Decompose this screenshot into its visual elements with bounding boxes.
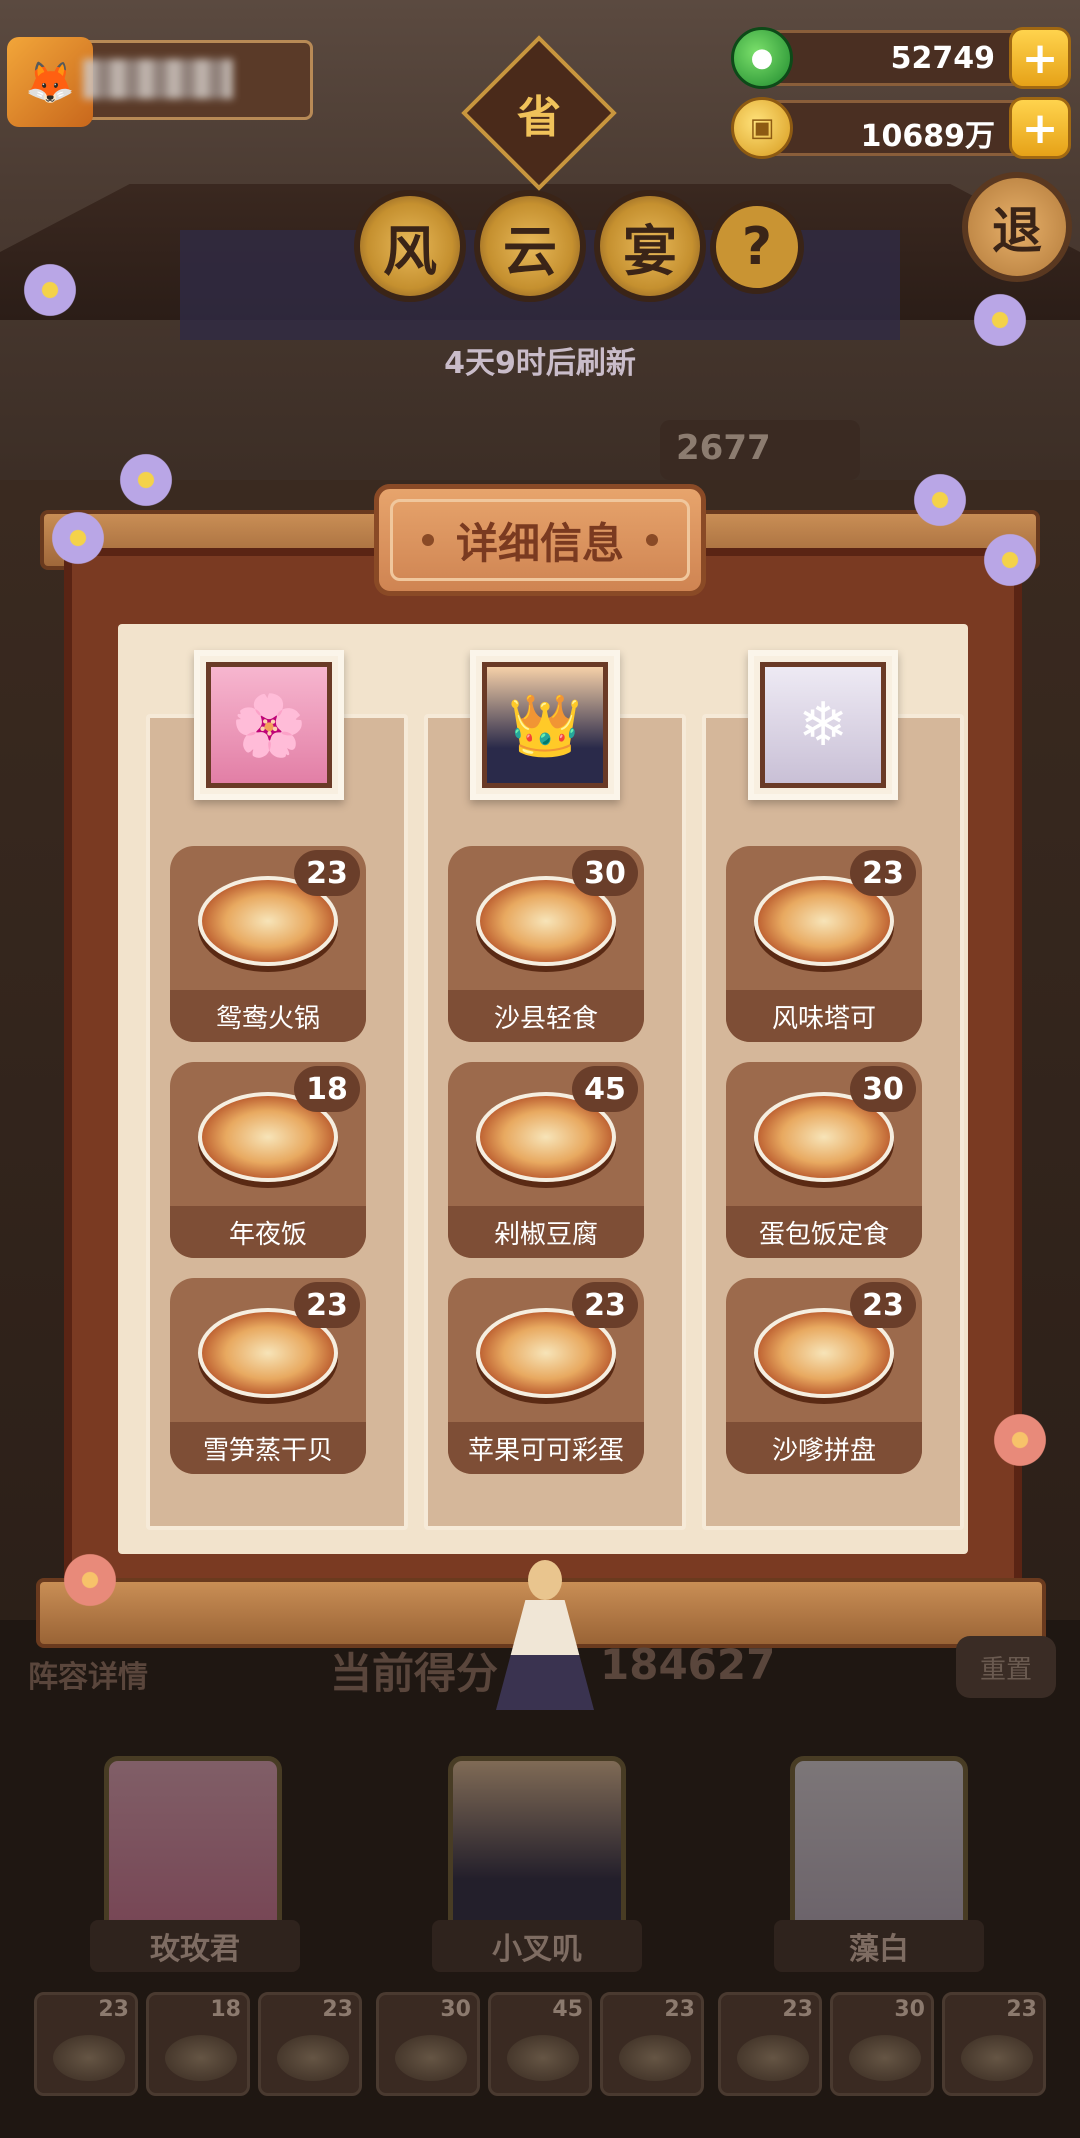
mini-dish-slot[interactable]: 23 bbox=[258, 1992, 362, 2096]
chef-name-3: 藻白 bbox=[774, 1920, 984, 1972]
flower-decoration bbox=[910, 470, 970, 530]
dish-card[interactable]: 45 剁椒豆腐 bbox=[448, 1062, 644, 1258]
flower-decoration bbox=[980, 530, 1040, 590]
dish-card[interactable]: 23 鸳鸯火锅 bbox=[170, 846, 366, 1042]
dish-count: 23 bbox=[294, 850, 360, 896]
title-char-3: 宴 bbox=[594, 190, 706, 302]
flower-decoration bbox=[116, 450, 176, 510]
mini-dish-slot[interactable]: 23 bbox=[34, 1992, 138, 2096]
refresh-countdown: 4天9时后刷新 bbox=[444, 346, 636, 381]
chef-avatar: ❄ bbox=[760, 662, 886, 788]
dish-name: 苹果可可彩蛋 bbox=[448, 1422, 644, 1474]
player-avatar[interactable]: 🦊 bbox=[7, 37, 93, 127]
chef-card-2[interactable] bbox=[448, 1756, 626, 1934]
dish-name: 雪笋蒸干贝 bbox=[170, 1422, 366, 1474]
mini-dish-slot[interactable]: 30 bbox=[376, 1992, 480, 2096]
chef-card-3[interactable] bbox=[790, 1756, 968, 1934]
dish-name: 鸳鸯火锅 bbox=[170, 990, 366, 1042]
add-jade-button[interactable]: + bbox=[1009, 27, 1071, 89]
dish-card[interactable]: 23 雪笋蒸干贝 bbox=[170, 1278, 366, 1474]
mini-dish-count: 23 bbox=[1006, 1997, 1037, 2022]
coin-amount: 10689万 bbox=[860, 119, 995, 154]
mini-dish-slot[interactable]: 30 bbox=[830, 1992, 934, 2096]
score-peek: 2677 bbox=[660, 420, 860, 480]
dish-count: 45 bbox=[572, 1066, 638, 1112]
flower-decoration bbox=[970, 290, 1030, 350]
reset-button[interactable]: 重置 bbox=[956, 1636, 1056, 1698]
mini-dish-count: 23 bbox=[322, 1997, 353, 2022]
dish-name: 剁椒豆腐 bbox=[448, 1206, 644, 1258]
dish-count: 30 bbox=[572, 850, 638, 896]
flower-decoration bbox=[990, 1410, 1050, 1470]
panel-title-text: 详细信息 bbox=[455, 518, 624, 568]
mini-dish-count: 30 bbox=[894, 1997, 925, 2022]
character-portrait-pink[interactable]: 🌸 bbox=[194, 650, 344, 800]
dish-name: 风味塔可 bbox=[726, 990, 922, 1042]
dish-card[interactable]: 23 风味塔可 bbox=[726, 846, 922, 1042]
mini-dish-count: 45 bbox=[552, 1997, 583, 2022]
mini-dish-slot[interactable]: 23 bbox=[942, 1992, 1046, 2096]
mini-dish-count: 23 bbox=[664, 1997, 695, 2022]
coin-currency: ▣ 10689万 + bbox=[731, 97, 1071, 159]
dish-count: 30 bbox=[850, 1066, 916, 1112]
dish-name: 年夜饭 bbox=[170, 1206, 366, 1258]
jade-icon: ● bbox=[731, 27, 793, 89]
chef-name-2: 小叉叽 bbox=[432, 1920, 642, 1972]
character-portrait-white-hair[interactable]: ❄ bbox=[748, 650, 898, 800]
title-dot bbox=[421, 534, 434, 546]
player-info[interactable]: 🦊 bbox=[7, 37, 313, 127]
dish-card[interactable]: 23 苹果可可彩蛋 bbox=[448, 1278, 644, 1474]
dish-card[interactable]: 30 沙县轻食 bbox=[448, 846, 644, 1042]
title-char-2: 云 bbox=[474, 190, 586, 302]
mini-dish-slot[interactable]: 23 bbox=[600, 1992, 704, 2096]
dish-count: 23 bbox=[572, 1282, 638, 1328]
chef-name-1: 玫玫君 bbox=[90, 1920, 300, 1972]
character-portrait-dark-hair[interactable]: 👑 bbox=[470, 650, 620, 800]
dish-count: 18 bbox=[294, 1066, 360, 1112]
dish-card[interactable]: 18 年夜饭 bbox=[170, 1062, 366, 1258]
dish-count: 23 bbox=[850, 850, 916, 896]
dish-name: 沙嗲拼盘 bbox=[726, 1422, 922, 1474]
jade-amount: 52749 bbox=[890, 41, 995, 76]
title-char-1: 风 bbox=[354, 190, 466, 302]
dish-card[interactable]: 23 沙嗲拼盘 bbox=[726, 1278, 922, 1474]
current-score-label: 当前得分 bbox=[330, 1649, 499, 1698]
dish-count: 23 bbox=[294, 1282, 360, 1328]
coin-icon: ▣ bbox=[731, 97, 793, 159]
add-coin-button[interactable]: + bbox=[1009, 97, 1071, 159]
chef-card-1[interactable] bbox=[104, 1756, 282, 1934]
mini-dish-slot[interactable]: 45 bbox=[488, 1992, 592, 2096]
chef-avatar: 👑 bbox=[482, 662, 608, 788]
current-score-value: 184627 bbox=[600, 1640, 776, 1689]
chef-avatar: 🌸 bbox=[206, 662, 332, 788]
mini-dish-count: 23 bbox=[98, 1997, 129, 2022]
mini-dish-count: 23 bbox=[782, 1997, 813, 2022]
title-dot bbox=[646, 534, 658, 546]
flower-decoration bbox=[48, 508, 108, 568]
close-tassel[interactable] bbox=[486, 1560, 604, 1710]
dish-name: 沙县轻食 bbox=[448, 990, 644, 1042]
lineup-details-label[interactable]: 阵容详情 bbox=[28, 1652, 148, 1696]
dish-card[interactable]: 30 蛋包饭定食 bbox=[726, 1062, 922, 1258]
mini-dish-count: 30 bbox=[440, 1997, 471, 2022]
mini-dish-count: 18 bbox=[210, 1997, 241, 2022]
jade-currency: ● 52749 + bbox=[731, 27, 1071, 89]
player-name-blurred bbox=[83, 59, 233, 99]
help-button[interactable]: ? bbox=[710, 200, 804, 294]
flower-decoration bbox=[60, 1550, 120, 1610]
mini-dish-slot[interactable]: 23 bbox=[718, 1992, 822, 2096]
mini-dish-slot[interactable]: 18 bbox=[146, 1992, 250, 2096]
panel-title: 详细信息 bbox=[374, 484, 706, 596]
flower-decoration bbox=[20, 260, 80, 320]
exit-button[interactable]: 退 bbox=[962, 172, 1072, 282]
province-badge-label: 省 bbox=[517, 92, 561, 143]
dish-name: 蛋包饭定食 bbox=[726, 1206, 922, 1258]
dish-count: 23 bbox=[850, 1282, 916, 1328]
